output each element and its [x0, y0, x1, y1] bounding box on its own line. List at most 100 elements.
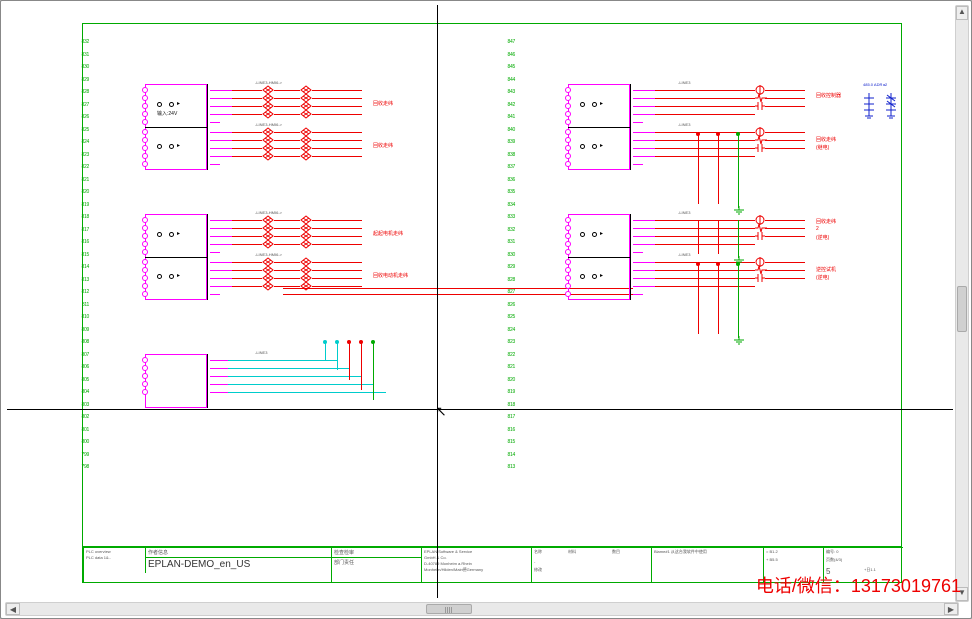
terminal-icon [565, 87, 571, 93]
grid-tick: 830 [69, 61, 89, 74]
wire [210, 294, 220, 295]
microtext: -LINE3-HMI6-> [255, 122, 282, 127]
wire [765, 106, 805, 107]
terminal-icon [142, 275, 148, 281]
plc-split [568, 127, 630, 128]
diode-icon [300, 239, 310, 249]
grid-tick: 821 [69, 174, 89, 187]
grid-tick: 822 [493, 349, 515, 362]
wire [210, 132, 232, 133]
wire [633, 270, 655, 271]
vertical-scrollbar[interactable]: ▲ ▼ [955, 5, 969, 602]
annotation: 回收电动机走纬 [373, 272, 408, 279]
diode-icon [262, 239, 272, 249]
circuit-block-5[interactable]: -LINE3 [145, 354, 435, 434]
diode-icon [300, 151, 310, 161]
grid-tick: 816 [69, 236, 89, 249]
wire [312, 270, 362, 271]
terminal-icon [142, 259, 148, 265]
plc-indicator-icon [169, 232, 174, 237]
wire [232, 262, 262, 263]
plc-mark: ▸ [600, 142, 603, 149]
wire [765, 278, 805, 279]
wire [312, 278, 362, 279]
wire [210, 262, 232, 263]
scroll-up-button[interactable]: ▲ [956, 6, 968, 20]
grid-tick: 824 [69, 136, 89, 149]
terminal-icon [142, 373, 148, 379]
wire [655, 156, 755, 157]
wire [228, 376, 362, 377]
circuit-block-1[interactable]: ▸ 输入:24V ▸ 回收走纬 回收走纬 -LINE3-HMI6-> -LINE… [145, 84, 435, 170]
wire [232, 278, 262, 279]
node-icon [696, 132, 700, 136]
wire [633, 114, 655, 115]
grid-tick: 846 [493, 49, 515, 62]
circuit-block-3[interactable]: ▸ ▸ 回收控制器 回收走纬 (继电) [568, 84, 878, 170]
wire [210, 106, 232, 107]
grid-tick: 821 [493, 361, 515, 374]
diode-icon [262, 281, 272, 291]
wire [210, 98, 232, 99]
wire [210, 122, 220, 123]
scroll-left-button[interactable]: ◀ [6, 603, 20, 615]
tb-text: 材料 [568, 549, 576, 555]
wire [765, 236, 805, 237]
vert-wire [698, 264, 699, 334]
plc-mark: ▸ [600, 272, 603, 279]
wire [210, 140, 232, 141]
wire [633, 90, 655, 91]
wire [210, 114, 232, 115]
tb-text: Monheim/Hilden/Main德Germany [424, 567, 483, 573]
drawing-sheet[interactable]: 8328318308298288278268258248238228218208… [82, 23, 902, 583]
plc-indicator-icon [580, 232, 585, 237]
wire [633, 106, 655, 107]
vert-wire [738, 134, 739, 208]
wire [274, 278, 300, 279]
terminal-icon [142, 145, 148, 151]
scroll-thumb[interactable] [957, 286, 967, 332]
vert-wire [738, 264, 739, 338]
plc-indicator-icon [592, 102, 597, 107]
plc-indicator-icon [592, 274, 597, 279]
grid-tick: 839 [493, 136, 515, 149]
plc-indicator-icon [580, 274, 585, 279]
wire [274, 236, 300, 237]
node-icon [736, 132, 740, 136]
tb-text: 名称 [534, 549, 542, 555]
grid-tick: 811 [69, 299, 89, 312]
wire [633, 236, 655, 237]
vert-wire [698, 220, 699, 254]
tb-text: = B1.2 [766, 549, 778, 554]
wire [655, 228, 755, 229]
wire [232, 106, 262, 107]
wire [228, 360, 338, 361]
legend-text: 2 [885, 82, 887, 87]
wire [232, 132, 262, 133]
horizontal-scrollbar[interactable]: ◀ ▶ [5, 602, 959, 616]
vert-wire [698, 134, 699, 204]
drawing-viewport[interactable]: ↖ 83283183082982882782682582482382282182… [7, 5, 953, 598]
tb-left: PLC overview PLC data 1&.. [83, 547, 145, 583]
wire [633, 228, 655, 229]
arrow-icon [347, 340, 351, 344]
plc-module-box [145, 354, 207, 408]
annotation: 起起电机走纬 [373, 230, 403, 237]
scroll-thumb[interactable] [426, 604, 472, 614]
plc-mark: ▸ [177, 230, 180, 237]
terminal-icon [565, 119, 571, 125]
vert-wire [325, 342, 326, 360]
grid-tick: 806 [69, 361, 89, 374]
wire [655, 236, 755, 237]
circuit-block-4[interactable]: ▸ ▸ 回收走纬 2 (逆电) 逆控试机 (逆电) [568, 214, 878, 300]
tb-text: EPLAN Software & Service [424, 549, 472, 554]
wire [274, 114, 300, 115]
tb-project: EPLAN-DEMO_en_US [145, 557, 331, 573]
grid-tick: 817 [493, 411, 515, 424]
node-icon [716, 132, 720, 136]
scroll-right-button[interactable]: ▶ [944, 603, 958, 615]
wire [210, 236, 232, 237]
wire [633, 286, 655, 287]
wire [210, 392, 228, 393]
terminal-icon [142, 129, 148, 135]
